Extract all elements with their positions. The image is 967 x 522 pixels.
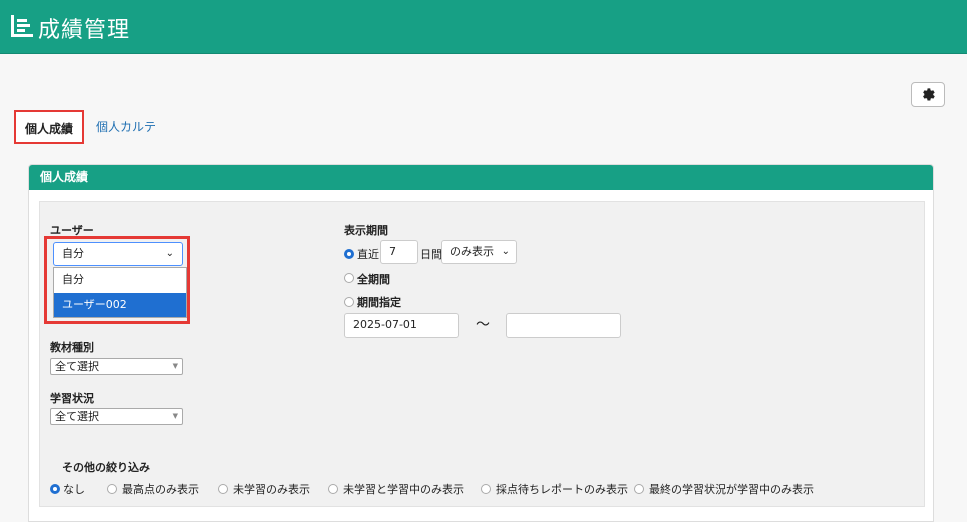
period-range-radio[interactable] <box>344 297 354 307</box>
user-options-list: 自分 ユーザー002 <box>53 267 187 318</box>
filter-unstudied-inprogress-radio[interactable] <box>328 484 338 494</box>
study-status-select[interactable]: 全て選択 ▼ <box>50 408 183 425</box>
page-title: 成績管理 <box>38 18 131 43</box>
days-unit-label: 日間 <box>420 248 442 261</box>
period-recent-radio[interactable] <box>344 249 354 259</box>
period-recent-label: 直近 <box>357 248 379 261</box>
user-dropdown: 自分 ⌄ 自分 ユーザー002 <box>44 236 190 324</box>
chevron-down-icon: ⌄ <box>501 246 510 257</box>
filter-pending-report-radio[interactable] <box>481 484 491 494</box>
user-option-user002[interactable]: ユーザー002 <box>54 293 186 317</box>
period-all-label: 全期間 <box>357 273 390 286</box>
app-header: 成績管理 <box>0 0 967 54</box>
from-date-input[interactable]: 2025-07-01 <box>344 313 459 338</box>
study-status-label: 学習状況 <box>50 392 94 405</box>
filter-pending-report-label: 採点待ちレポートのみ表示 <box>496 483 628 496</box>
user-option-self[interactable]: 自分 <box>54 268 186 292</box>
filter-none-radio[interactable] <box>50 484 60 494</box>
other-filter-label: その他の絞り込み <box>62 461 150 474</box>
user-select-value: 自分 <box>62 247 84 260</box>
period-label: 表示期間 <box>344 224 388 237</box>
material-type-value: 全て選択 <box>55 360 99 373</box>
caret-down-icon: ▼ <box>172 412 178 420</box>
recent-days-input[interactable]: 7 <box>380 240 418 264</box>
period-all-radio[interactable] <box>344 273 354 283</box>
tab-personal-grades[interactable]: 個人成績 <box>14 110 84 144</box>
period-mode-select[interactable]: のみ表示 ⌄ <box>441 240 517 264</box>
caret-down-icon: ▼ <box>172 362 178 370</box>
filter-none-label: なし <box>63 483 85 496</box>
period-range-label: 期間指定 <box>357 296 401 309</box>
filter-best-label: 最高点のみ表示 <box>122 483 199 496</box>
material-type-select[interactable]: 全て選択 ▼ <box>50 358 183 375</box>
settings-button[interactable] <box>911 82 945 107</box>
grades-panel: 個人成績 ユーザー 自分 ⌄ 自分 ユーザー002 教材種別 全て選択 ▼ 学習… <box>28 164 934 522</box>
filter-best-radio[interactable] <box>107 484 117 494</box>
panel-title: 個人成績 <box>29 165 933 190</box>
range-tilde: ～ <box>476 317 490 333</box>
study-status-value: 全て選択 <box>55 410 99 423</box>
chevron-down-icon: ⌄ <box>165 248 174 259</box>
filter-unstudied-inprogress-label: 未学習と学習中のみ表示 <box>343 483 464 496</box>
tab-personal-chart[interactable]: 個人カルテ <box>96 110 156 144</box>
material-type-label: 教材種別 <box>50 341 94 354</box>
period-mode-value: のみ表示 <box>450 245 494 258</box>
filter-unstudied-label: 未学習のみ表示 <box>233 483 310 496</box>
to-date-input[interactable] <box>506 313 621 338</box>
filter-last-inprogress-label: 最終の学習状況が学習中のみ表示 <box>649 483 814 496</box>
filter-box: ユーザー 自分 ⌄ 自分 ユーザー002 教材種別 全て選択 ▼ 学習状況 全て… <box>39 201 925 507</box>
user-select[interactable]: 自分 ⌄ <box>53 242 183 266</box>
grades-logo-icon <box>11 15 33 37</box>
gear-icon <box>923 88 935 101</box>
filter-last-inprogress-radio[interactable] <box>634 484 644 494</box>
filter-unstudied-radio[interactable] <box>218 484 228 494</box>
